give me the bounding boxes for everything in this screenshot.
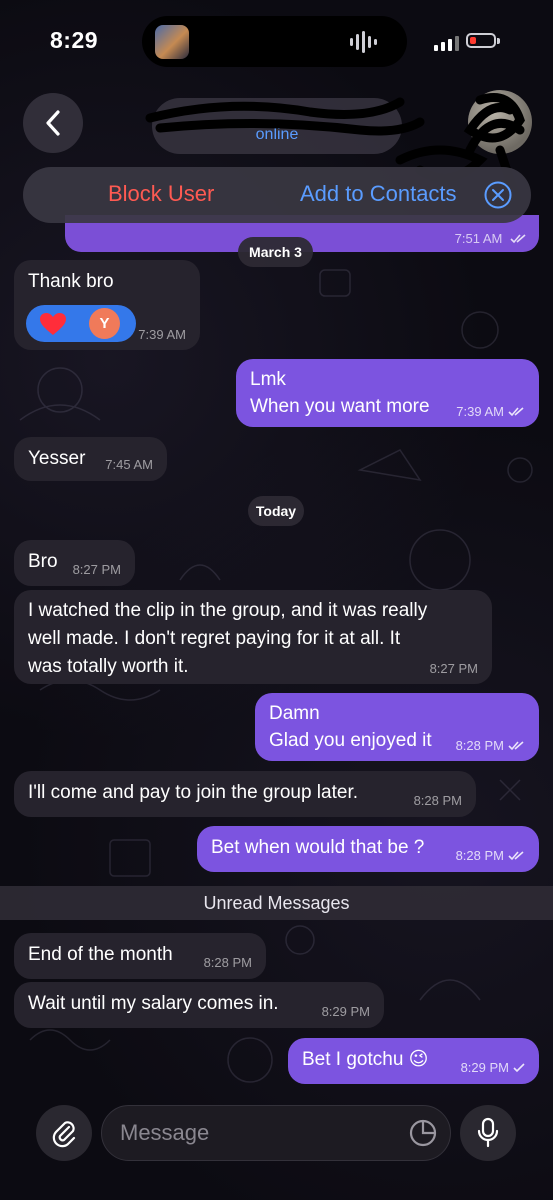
message-bubble[interactable]: Bro 8:27 PM <box>14 540 135 586</box>
back-button[interactable] <box>23 93 83 153</box>
message-time: 8:29 PM <box>321 1004 370 1019</box>
message-time: 8:29 PM <box>460 1060 509 1075</box>
single-check-icon <box>513 1063 525 1073</box>
message-bubble[interactable]: Thank bro Y 7:39 AM <box>14 260 200 350</box>
reactor-avatar: Y <box>89 308 120 339</box>
message-bubble[interactable]: Bet I gotchu 😉 8:29 PM <box>288 1038 539 1084</box>
contact-avatar[interactable] <box>468 90 532 154</box>
message-bubble[interactable]: End of the month 8:28 PM <box>14 933 266 979</box>
message-bubble[interactable]: Wait until my salary comes in. 8:29 PM <box>14 982 384 1028</box>
message-time: 8:28 PM <box>203 955 252 970</box>
unread-messages-divider: Unread Messages <box>0 886 553 920</box>
message-time: 8:28 PM <box>455 848 504 863</box>
double-check-icon <box>508 741 524 751</box>
attach-button[interactable] <box>36 1105 92 1161</box>
message-bubble[interactable]: I watched the clip in the group, and it … <box>14 590 492 684</box>
message-bubble[interactable]: Damn Glad you enjoyed it 8:28 PM <box>255 693 539 761</box>
cellular-signal-icon <box>434 36 459 51</box>
message-time: 8:28 PM <box>413 793 462 808</box>
double-check-icon <box>508 407 524 417</box>
message-time: 8:28 PM <box>455 738 504 753</box>
back-chevron-icon <box>46 110 60 136</box>
message-time: 7:45 AM <box>105 457 153 472</box>
heart-icon <box>40 313 66 335</box>
status-bar: 8:29 <box>0 0 553 84</box>
date-separator: Today <box>248 496 304 526</box>
voice-message-button[interactable] <box>460 1105 516 1161</box>
message-time: 8:27 PM <box>72 562 121 577</box>
message-time: 7:39 AM <box>138 327 186 342</box>
add-to-contacts-button[interactable]: Add to Contacts <box>300 181 457 207</box>
message-bubble[interactable]: Yesser 7:45 AM <box>14 437 167 481</box>
contact-status: online <box>255 126 299 143</box>
status-time: 8:29 <box>50 27 99 53</box>
now-playing-artwork <box>155 25 189 59</box>
message-time: 7:51 AM <box>454 231 503 246</box>
date-separator: March 3 <box>238 237 313 267</box>
contact-name-redacted <box>177 104 377 124</box>
message-time: 8:27 PM <box>429 661 478 676</box>
attach-paperclip-icon <box>52 1121 76 1148</box>
sticker-icon[interactable] <box>408 1118 438 1148</box>
message-bubble[interactable]: Lmk When you want more 7:39 AM <box>236 359 539 427</box>
double-check-icon <box>510 234 526 244</box>
chat-title[interactable]: online <box>152 98 402 154</box>
message-bubble[interactable]: I'll come and pay to join the group late… <box>14 771 476 817</box>
block-user-button[interactable]: Block User <box>108 181 214 207</box>
message-input[interactable] <box>101 1105 451 1161</box>
message-time: 7:39 AM <box>456 404 504 419</box>
contact-action-bar: Block User Add to Contacts <box>23 167 531 223</box>
battery-icon <box>466 33 496 48</box>
reaction-badge[interactable]: Y <box>26 305 136 342</box>
message-bubble[interactable]: Bet when would that be ? 8:28 PM <box>197 826 539 872</box>
double-check-icon <box>508 851 524 861</box>
audio-waveform-icon <box>350 31 377 53</box>
microphone-icon <box>477 1117 499 1148</box>
dynamic-island <box>142 16 407 67</box>
close-circle-icon[interactable] <box>483 180 513 210</box>
